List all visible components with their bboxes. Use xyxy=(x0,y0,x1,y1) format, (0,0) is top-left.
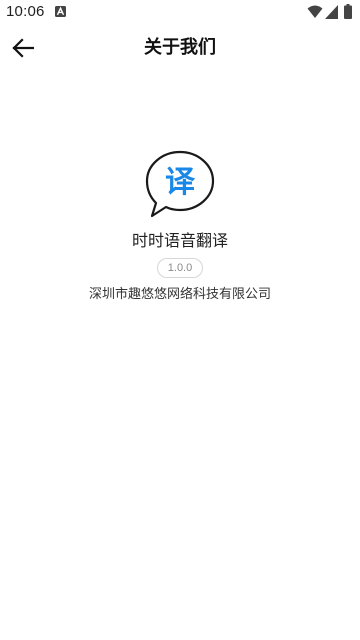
app-logo: 译 xyxy=(145,150,215,218)
cellular-signal-icon xyxy=(325,5,338,19)
version-badge: 1.0.0 xyxy=(157,258,203,278)
notification-a-icon xyxy=(55,6,66,17)
status-time: 10:06 xyxy=(6,3,45,20)
wifi-icon xyxy=(307,5,323,18)
page-title: 关于我们 xyxy=(144,37,216,58)
company-name: 深圳市趣悠悠网络科技有限公司 xyxy=(88,287,271,302)
battery-icon xyxy=(344,4,352,19)
status-bar: 10:06 xyxy=(0,0,360,24)
logo-glyph: 译 xyxy=(165,165,196,200)
app-bar: 关于我们 xyxy=(0,24,360,72)
app-name: 时时语音翻译 xyxy=(131,231,228,250)
